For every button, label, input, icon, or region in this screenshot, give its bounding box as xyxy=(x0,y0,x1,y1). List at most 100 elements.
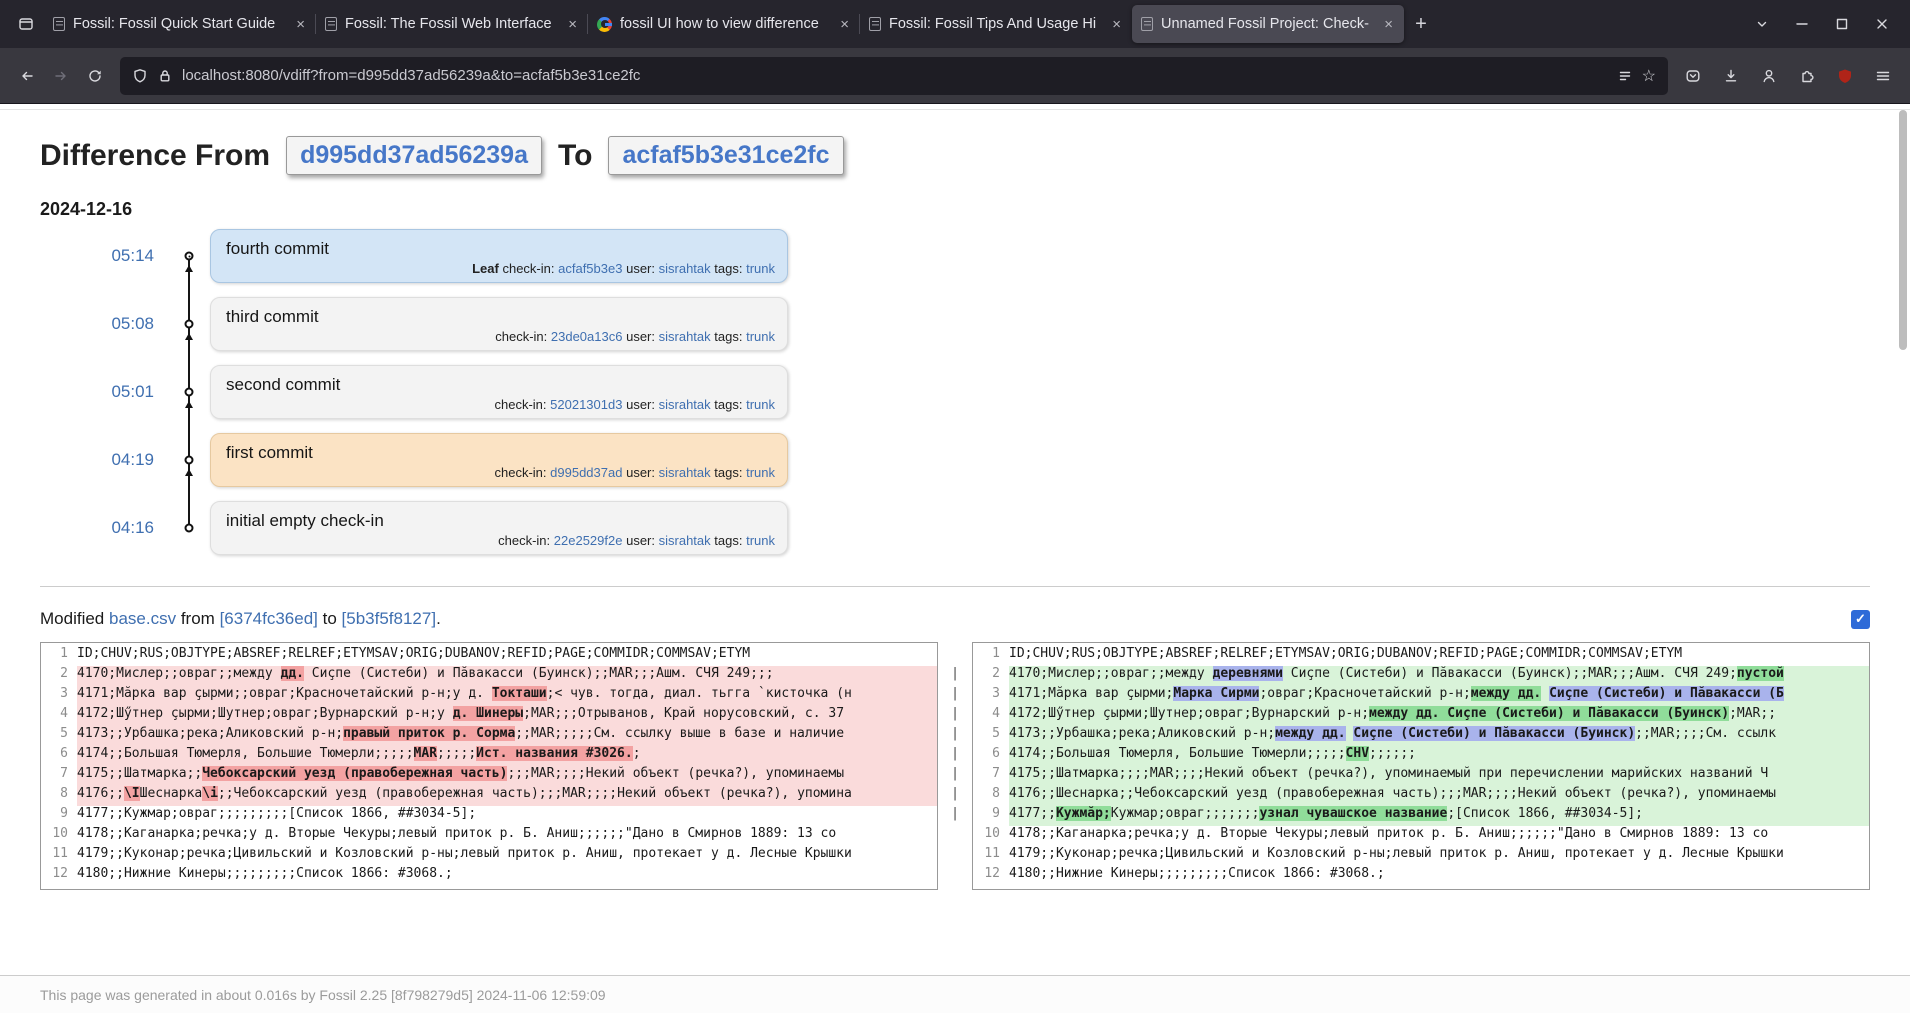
new-tab-button[interactable]: + xyxy=(1404,7,1438,41)
bookmark-star-icon[interactable]: ☆ xyxy=(1642,66,1656,86)
checkin-hash-link[interactable]: acfaf5b3e3 xyxy=(558,261,622,276)
commit-title: fourth commit xyxy=(226,239,329,259)
diff-change-marker: | xyxy=(951,686,959,706)
menu-hamburger-icon[interactable] xyxy=(1866,59,1900,93)
timeline-time-link[interactable]: 05:01 xyxy=(40,382,168,402)
from-hash-box[interactable]: d995dd37ad56239a xyxy=(286,136,542,175)
line-number: 3 xyxy=(41,686,77,706)
tags-link[interactable]: trunk xyxy=(746,329,775,344)
back-button[interactable] xyxy=(10,59,44,93)
connection-lock-icon[interactable] xyxy=(157,68,173,84)
timeline-node[interactable] xyxy=(185,320,194,329)
tab-close-icon[interactable]: × xyxy=(838,16,851,33)
tags-label: tags: xyxy=(714,261,742,276)
browser-tab[interactable]: Fossil: Fossil Quick Start Guide × xyxy=(44,5,316,43)
diff-line: 24170;Мислер;;овраг;;между деревнями Сиç… xyxy=(973,666,1869,686)
browser-tab[interactable]: Fossil: The Fossil Web Interface × xyxy=(316,5,588,43)
page-footer: This page was generated in about 0.016s … xyxy=(0,975,1910,1013)
modified-to-link[interactable]: [5b3f5f8127] xyxy=(342,609,437,628)
line-text: 4178;;Каганарка;речка;у д. Вторые Чекуры… xyxy=(1009,826,1869,846)
tab-title: Fossil: The Fossil Web Interface xyxy=(345,16,558,32)
browser-tab[interactable]: Fossil: Fossil Tips And Usage Hi × xyxy=(860,5,1132,43)
user-link[interactable]: sisrahtak xyxy=(659,465,711,480)
tab-close-icon[interactable]: × xyxy=(1382,16,1395,33)
diff-option-checkbox[interactable]: ✓ xyxy=(1851,610,1870,629)
user-label: user: xyxy=(626,397,655,412)
line-number: 2 xyxy=(973,666,1009,686)
to-word: to xyxy=(323,609,337,628)
timeline-node[interactable] xyxy=(185,388,194,397)
timeline-time-link[interactable]: 04:16 xyxy=(40,518,168,538)
user-link[interactable]: sisrahtak xyxy=(659,329,711,344)
browser-tab[interactable]: fossil UI how to view difference × xyxy=(588,5,860,43)
timeline-arrow xyxy=(185,265,193,272)
timeline-rail xyxy=(168,290,210,358)
forward-button[interactable] xyxy=(44,59,78,93)
tags-link[interactable]: trunk xyxy=(746,533,775,548)
timeline-rail xyxy=(168,358,210,426)
user-link[interactable]: sisrahtak xyxy=(659,533,711,548)
minimize-button[interactable] xyxy=(1782,0,1822,48)
timeline-arrow xyxy=(185,469,193,476)
tab-strip-tabs: Fossil: Fossil Quick Start Guide × Fossi… xyxy=(44,0,1404,48)
line-number: 3 xyxy=(973,686,1009,706)
diff-change-marker: | xyxy=(951,786,959,806)
tab-close-icon[interactable]: × xyxy=(566,16,579,33)
line-number: 6 xyxy=(41,746,77,766)
checkin-label: check-in: xyxy=(495,329,547,344)
commit-title: initial empty check-in xyxy=(226,511,384,531)
url-bar[interactable]: localhost:8080/vdiff?from=d995dd37ad5623… xyxy=(120,57,1668,95)
page-content: Difference From d995dd37ad56239a To acfa… xyxy=(0,104,1910,1013)
maximize-button[interactable] xyxy=(1822,0,1862,48)
timeline-node[interactable] xyxy=(185,252,194,261)
diff-line: 34171;Мӑрка вар çырми;Марка Сирми;овраг;… xyxy=(973,686,1869,706)
scrollbar-thumb[interactable] xyxy=(1899,110,1907,350)
line-number: 11 xyxy=(973,846,1009,866)
tags-link[interactable]: trunk xyxy=(746,465,775,480)
tags-link[interactable]: trunk xyxy=(746,397,775,412)
line-number: 4 xyxy=(41,706,77,726)
tab-close-icon[interactable]: × xyxy=(1110,16,1123,33)
timeline-time-link[interactable]: 04:19 xyxy=(40,450,168,470)
checkin-hash-link[interactable]: 22e2529f2e xyxy=(554,533,623,548)
modified-file-link[interactable]: base.csv xyxy=(109,609,176,628)
browser-tab[interactable]: Unnamed Fossil Project: Check- × xyxy=(1132,5,1404,43)
diff-change-marker: | xyxy=(951,806,959,826)
browser-window: Fossil: Fossil Quick Start Guide × Fossi… xyxy=(0,0,1910,104)
extensions-puzzle-icon[interactable] xyxy=(1790,59,1824,93)
tab-close-icon[interactable]: × xyxy=(294,16,307,33)
reader-view-icon[interactable] xyxy=(1617,68,1633,84)
url-text[interactable]: localhost:8080/vdiff?from=d995dd37ad5623… xyxy=(182,67,1608,84)
list-all-tabs-button[interactable] xyxy=(1742,0,1782,48)
line-text: 4175;;Шатмарка;;Чебоксарский уезд (право… xyxy=(77,766,937,786)
diff-left-panel[interactable]: 1ID;CHUV;RUS;OBJTYPE;ABSREF;RELREF;ETYMS… xyxy=(40,642,938,890)
user-label: user: xyxy=(626,465,655,480)
ublock-shield-icon[interactable] xyxy=(1828,59,1862,93)
timeline-node[interactable] xyxy=(185,456,194,465)
close-button[interactable] xyxy=(1862,0,1902,48)
firefox-view-icon[interactable] xyxy=(8,6,44,42)
checkin-hash-link[interactable]: d995dd37ad xyxy=(550,465,622,480)
pocket-icon[interactable] xyxy=(1676,59,1710,93)
timeline-node[interactable] xyxy=(185,524,194,533)
timeline-time-link[interactable]: 05:08 xyxy=(40,314,168,334)
downloads-icon[interactable] xyxy=(1714,59,1748,93)
checkin-hash-link[interactable]: 23de0a13c6 xyxy=(551,329,623,344)
user-link[interactable]: sisrahtak xyxy=(659,261,711,276)
reload-button[interactable] xyxy=(78,59,112,93)
line-text: 4170;Мислер;;овраг;;между дд. Сиçпе (Сис… xyxy=(77,666,937,686)
tags-link[interactable]: trunk xyxy=(746,261,775,276)
line-number: 12 xyxy=(973,866,1009,886)
timeline-row: 04:16 initial empty check-in check-in: 2… xyxy=(40,494,1870,562)
timeline-time-link[interactable]: 05:14 xyxy=(40,246,168,266)
modified-from-link[interactable]: [6374fc36ed] xyxy=(220,609,318,628)
account-icon[interactable] xyxy=(1752,59,1786,93)
tracking-protection-shield-icon[interactable] xyxy=(132,68,148,84)
tab-title: fossil UI how to view difference xyxy=(620,16,830,32)
diff-right-panel[interactable]: 1ID;CHUV;RUS;OBJTYPE;ABSREF;RELREF;ETYMS… xyxy=(972,642,1870,890)
user-link[interactable]: sisrahtak xyxy=(659,397,711,412)
line-text: 4179;;Куконар;речка;Цивильский и Козловс… xyxy=(77,846,937,866)
diff-line: 1ID;CHUV;RUS;OBJTYPE;ABSREF;RELREF;ETYMS… xyxy=(41,646,937,666)
to-hash-box[interactable]: acfaf5b3e31ce2fc xyxy=(608,136,843,175)
checkin-hash-link[interactable]: 52021301d3 xyxy=(550,397,622,412)
